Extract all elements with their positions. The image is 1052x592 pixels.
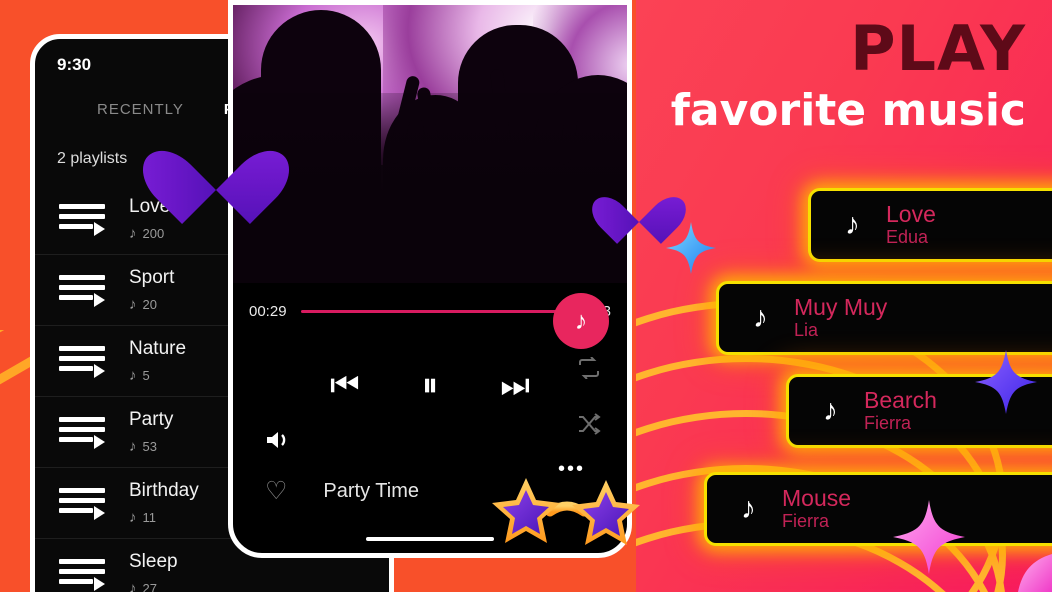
song-title: Mouse <box>782 484 852 511</box>
headline-play: PLAY <box>850 12 1026 85</box>
blue-sparkle <box>666 222 716 279</box>
purple-heart-small: [data-name="purple-heart-small"] .heart-… <box>608 176 670 234</box>
song-card[interactable]: ♪ Mouse Fierra <box>704 472 1052 546</box>
song-artist: Fierra <box>782 510 830 531</box>
song-title: Love <box>886 200 936 227</box>
song-card[interactable]: ♪ Muy Muy Lia <box>716 281 1052 355</box>
music-note-icon: ♪ <box>845 208 860 241</box>
pink-corner-decoration <box>1008 532 1052 592</box>
song-artist: Lia <box>794 319 819 340</box>
purple-heart-large: [data-name="purple-heart-large"] .heart-… <box>168 118 263 208</box>
music-note-icon: ♪ <box>823 394 838 427</box>
music-note-icon: ♪ <box>753 301 768 334</box>
song-artist: Fierra <box>864 412 912 433</box>
promo-banner: PLAY favorite music 9:30 RECENTLY PLAYLI… <box>0 0 1052 592</box>
promo-headline: PLAY favorite music <box>636 18 1052 137</box>
song-artist: Edua <box>886 226 929 247</box>
song-title: Bearch <box>864 386 937 413</box>
purple-sparkle <box>975 350 1037 419</box>
music-note-icon: ♪ <box>741 492 756 525</box>
song-card[interactable]: ♪ Love Edua <box>808 188 1052 262</box>
song-title: Muy Muy <box>794 293 888 320</box>
headline-favorite-music: favorite music <box>670 85 1026 136</box>
pink-sparkle <box>893 500 965 579</box>
star-sunglasses-sticker <box>492 476 642 559</box>
